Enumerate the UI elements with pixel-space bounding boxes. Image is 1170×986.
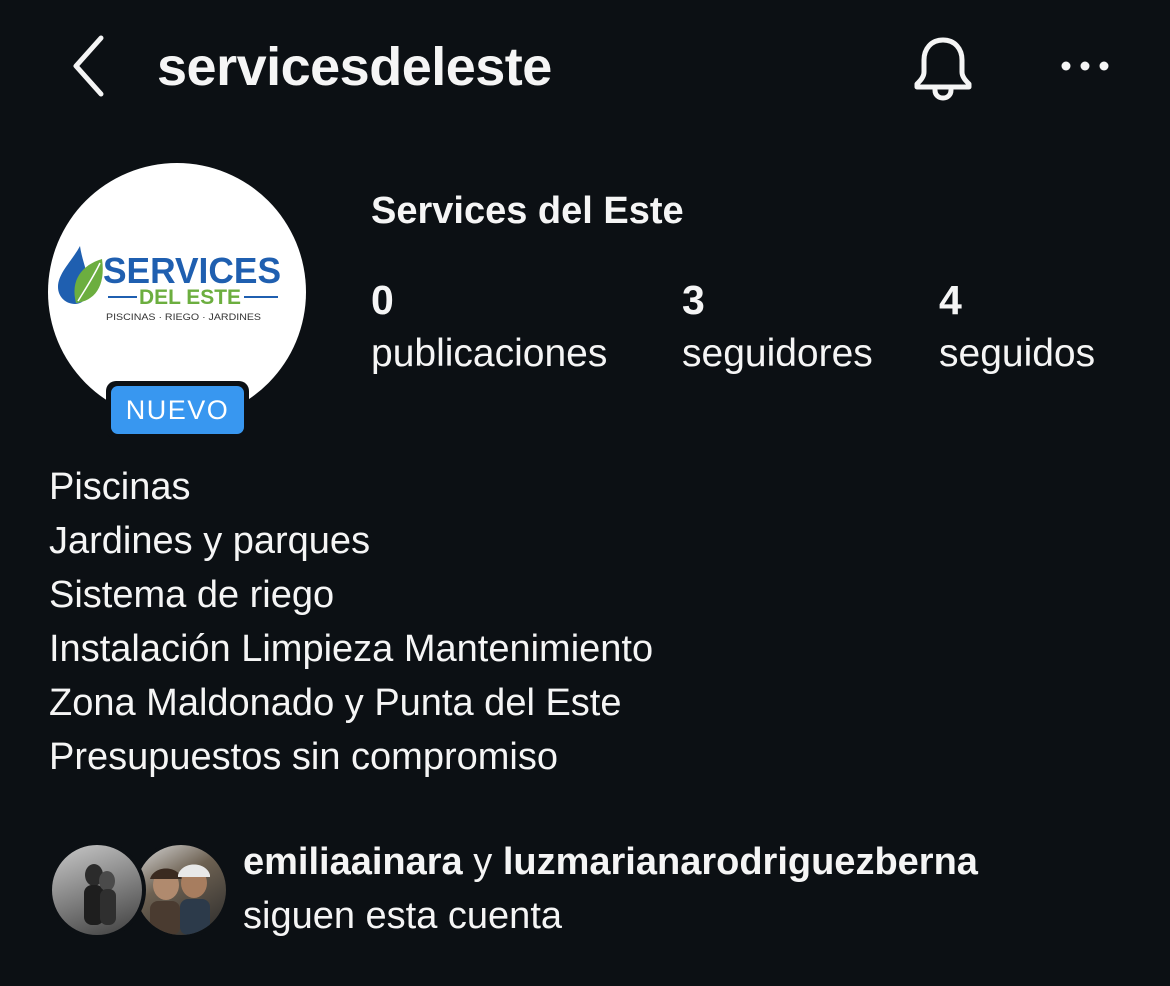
- bio-line: Presupuestos sin compromiso: [49, 736, 558, 778]
- followed-by-text: emiliaainara y luzmarianarodriguezberna …: [243, 838, 1143, 940]
- stat-posts-value: 0: [371, 277, 394, 323]
- profile-username: servicesdeleste: [157, 37, 552, 97]
- bio-line: Zona Maldonado y Punta del Este: [49, 682, 622, 724]
- bio-line: Piscinas: [49, 466, 191, 508]
- stat-followers[interactable]: 3 seguidores: [682, 276, 873, 378]
- avatar: [132, 841, 230, 939]
- bell-icon: [914, 37, 971, 101]
- bio-line: Jardines y parques: [49, 520, 371, 562]
- logo-tagline: PISCINAS · RIEGO · JARDINES: [106, 312, 261, 323]
- logo-line-1: SERVICES: [103, 250, 281, 291]
- mutual-follower-link[interactable]: emiliaainara: [243, 841, 463, 883]
- new-badge-label: NUEVO: [111, 386, 244, 434]
- profile-bio: Piscinas Jardines y parques Sistema de r…: [49, 460, 1129, 784]
- stat-followers-value: 3: [682, 277, 705, 323]
- bio-line: Sistema de riego: [49, 574, 335, 616]
- followed-by-connector: y: [462, 841, 503, 883]
- stat-posts-label: publicaciones: [371, 332, 608, 375]
- back-button[interactable]: [58, 30, 118, 102]
- more-horizontal-icon: [1061, 61, 1109, 71]
- followed-by-names: emiliaainara y luzmarianarodriguezberna: [243, 838, 1143, 886]
- stat-followers-label: seguidores: [682, 332, 873, 375]
- logo-line-2: DEL ESTE: [139, 286, 241, 309]
- stat-posts[interactable]: 0 publicaciones: [371, 276, 607, 378]
- bio-line: Instalación Limpieza Mantenimiento: [49, 628, 654, 670]
- more-options-button[interactable]: [1055, 46, 1115, 86]
- chevron-left-icon: [73, 35, 104, 97]
- new-badge: NUEVO: [106, 381, 249, 439]
- stat-following[interactable]: 4 seguidos: [939, 276, 1095, 378]
- stat-following-label: seguidos: [939, 332, 1096, 375]
- display-name: Services del Este: [371, 190, 684, 232]
- stat-following-value: 4: [939, 277, 962, 323]
- notifications-button[interactable]: [905, 30, 980, 105]
- followed-by-suffix: siguen esta cuenta: [243, 895, 563, 937]
- avatar: [48, 841, 146, 939]
- mutual-followers-avatars[interactable]: [48, 841, 230, 939]
- mutual-follower-link[interactable]: luzmarianarodriguezberna: [503, 841, 978, 883]
